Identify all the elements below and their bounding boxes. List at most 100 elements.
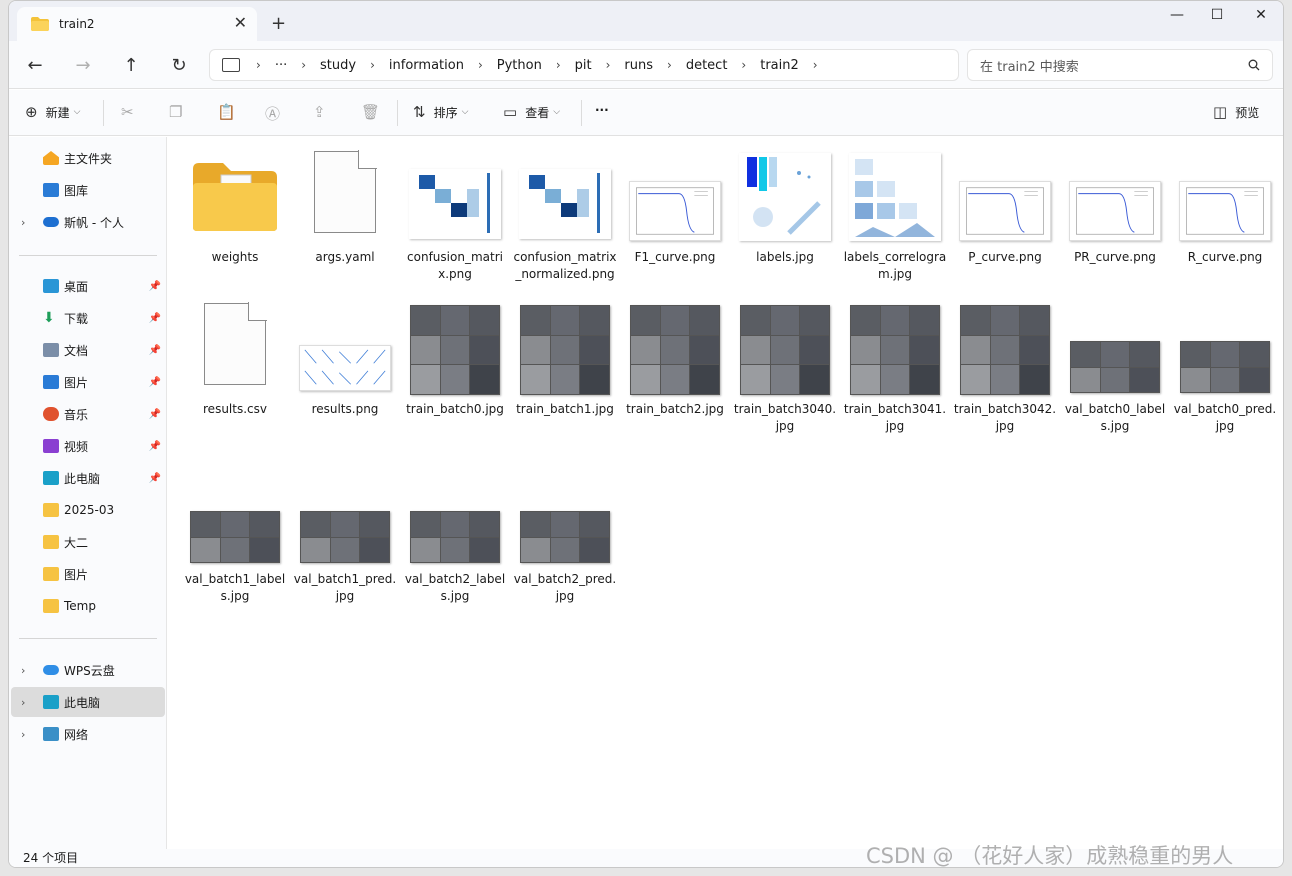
view-icon: ▭ [503, 103, 518, 121]
chevron-right-icon[interactable]: › [21, 664, 25, 677]
file-item[interactable]: PR_curve.png [1063, 149, 1167, 266]
pin-icon[interactable]: 📌 [149, 473, 161, 484]
file-item[interactable]: confusion_matrix_normalized.png [513, 149, 617, 283]
delete-button[interactable]: 🗑 [361, 103, 388, 121]
close-window-button[interactable]: ✕ [1241, 7, 1281, 29]
sidebar-item-temp[interactable]: Temp [11, 591, 165, 621]
breadcrumb-runs[interactable]: runs [624, 58, 653, 73]
trash-icon: 🗑 [361, 103, 381, 121]
file-item[interactable]: val_batch1_pred.jpg [293, 471, 397, 605]
file-item[interactable]: train_batch0.jpg [403, 301, 507, 418]
pin-icon[interactable]: 📌 [149, 345, 161, 356]
paste-button[interactable]: 📋 [217, 103, 244, 121]
file-item[interactable]: F1_curve.png [623, 149, 727, 266]
new-button[interactable]: ⊕ 新建 ⌵ [25, 103, 80, 121]
breadcrumb-pit[interactable]: pit [575, 58, 592, 73]
sidebar-item-thispc-pinned[interactable]: 此电脑 📌 [11, 463, 165, 493]
up-button[interactable]: ↑ [119, 55, 143, 76]
view-button[interactable]: ▭ 查看 ⌵ [503, 103, 560, 121]
breadcrumb-information[interactable]: information [389, 58, 464, 73]
more-options-button[interactable]: ··· [595, 103, 609, 117]
breadcrumb-more[interactable]: ··· [275, 58, 287, 73]
gallery-icon [43, 183, 59, 197]
search-input[interactable]: 在 train2 中搜索 [967, 49, 1273, 81]
preview-button[interactable]: ◫ 预览 [1213, 103, 1259, 121]
image-thumbnail-icon [960, 305, 1050, 395]
file-item[interactable]: results.png [293, 301, 397, 418]
image-thumbnail-icon [520, 305, 610, 395]
sidebar-item-wps[interactable]: › WPS云盘 [11, 655, 165, 685]
file-item[interactable]: weights [183, 149, 287, 266]
image-thumbnail-icon [629, 181, 721, 241]
breadcrumb-python[interactable]: Python [497, 58, 542, 73]
share-button[interactable]: ⇪ [313, 103, 334, 121]
tab-train2[interactable]: train2 ✕ [17, 7, 257, 41]
file-item[interactable]: results.csv [183, 301, 287, 418]
file-item[interactable]: val_batch2_pred.jpg [513, 471, 617, 605]
image-thumbnail-icon [740, 305, 830, 395]
file-item[interactable]: val_batch1_labels.jpg [183, 471, 287, 605]
file-item[interactable]: train_batch3040.jpg [733, 301, 837, 435]
pin-icon[interactable]: 📌 [149, 409, 161, 420]
sidebar-item-onedrive[interactable]: › 斯帆 - 个人 [11, 207, 165, 237]
file-item[interactable]: args.yaml [293, 149, 397, 266]
chevron-right-icon[interactable]: › [21, 728, 25, 741]
pin-icon[interactable]: 📌 [149, 281, 161, 292]
sidebar-item-music[interactable]: 音乐 📌 [11, 399, 165, 429]
file-item[interactable]: train_batch1.jpg [513, 301, 617, 418]
file-name: train_batch2.jpg [626, 402, 724, 416]
address-bar[interactable]: › ··· › study › information › Python › p… [209, 49, 959, 81]
close-tab-icon[interactable]: ✕ [234, 13, 247, 32]
sort-button[interactable]: ⇅ 排序 ⌵ [413, 103, 468, 121]
sidebar-item-pictures[interactable]: 图片 📌 [11, 367, 165, 397]
sidebar-item-downloads[interactable]: ⬇ 下载 📌 [11, 303, 165, 333]
sidebar-item-gallery[interactable]: 图库 [11, 175, 165, 205]
file-item[interactable]: val_batch0_pred.jpg [1173, 301, 1277, 435]
file-item[interactable]: train_batch2.jpg [623, 301, 727, 418]
minimize-button[interactable]: — [1157, 7, 1197, 29]
chevron-right-icon[interactable]: › [21, 216, 25, 229]
sidebar-item-2025-03[interactable]: 2025-03 [11, 495, 165, 525]
file-item[interactable]: P_curve.png [953, 149, 1057, 266]
sidebar-item-network[interactable]: › 网络 [11, 719, 165, 749]
file-item[interactable]: val_batch0_labels.jpg [1063, 301, 1167, 435]
file-name: F1_curve.png [634, 250, 716, 264]
breadcrumb-detect[interactable]: detect [686, 58, 728, 73]
copy-button[interactable]: ❐ [169, 103, 190, 121]
sidebar-item-desktop[interactable]: 桌面 📌 [11, 271, 165, 301]
forward-button[interactable]: → [71, 55, 95, 76]
sidebar-item-daer[interactable]: 大二 [11, 527, 165, 557]
sidebar-item-videos[interactable]: 视频 📌 [11, 431, 165, 461]
cut-button[interactable]: ✂ [121, 103, 142, 121]
search-placeholder: 在 train2 中搜索 [980, 59, 1079, 75]
image-thumbnail-icon [409, 169, 501, 239]
breadcrumb-study[interactable]: study [320, 58, 356, 73]
file-thumbnail [513, 471, 617, 567]
chevron-right-icon[interactable]: › [21, 696, 25, 709]
breadcrumb-train2[interactable]: train2 [760, 58, 799, 73]
file-item[interactable]: labels_correlogram.jpg [843, 149, 947, 283]
maximize-button[interactable]: ☐ [1197, 7, 1237, 29]
rename-button[interactable]: Ⓐ [265, 103, 288, 124]
sidebar-label: 大二 [64, 535, 89, 550]
file-item[interactable]: labels.jpg [733, 149, 837, 266]
sidebar-item-pictures-folder[interactable]: 图片 [11, 559, 165, 589]
sidebar-item-thispc[interactable]: › 此电脑 [11, 687, 165, 717]
back-button[interactable]: ← [23, 55, 47, 76]
file-item[interactable]: confusion_matrix.png [403, 149, 507, 283]
file-item[interactable]: R_curve.png [1173, 149, 1277, 266]
file-item[interactable]: train_batch3042.jpg [953, 301, 1057, 435]
pin-icon[interactable]: 📌 [149, 377, 161, 388]
file-item[interactable]: val_batch2_labels.jpg [403, 471, 507, 605]
file-item[interactable]: train_batch3041.jpg [843, 301, 947, 435]
sidebar-item-documents[interactable]: 文档 📌 [11, 335, 165, 365]
pin-icon[interactable]: 📌 [149, 313, 161, 324]
refresh-button[interactable]: ↻ [167, 55, 191, 76]
preview-pane-icon: ◫ [1213, 103, 1228, 121]
sidebar-item-home[interactable]: 主文件夹 [11, 143, 165, 173]
new-tab-button[interactable]: + [271, 13, 286, 34]
file-name: args.yaml [315, 250, 375, 264]
pin-icon[interactable]: 📌 [149, 441, 161, 452]
chevron-right-icon[interactable]: › [813, 58, 818, 72]
copy-icon: ❐ [169, 103, 183, 121]
